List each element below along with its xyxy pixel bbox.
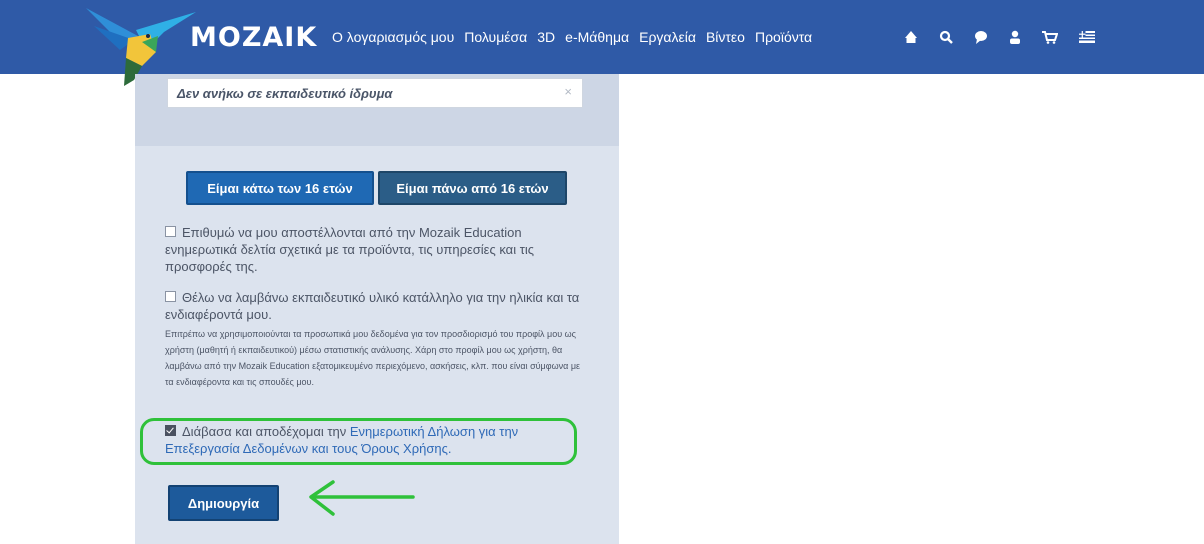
nav-my-account[interactable]: Ο λογαριασμός μου [332, 29, 454, 45]
institution-select[interactable]: Δεν ανήκω σε εκπαιδευτικό ίδρυμα × [167, 78, 583, 108]
clear-selection-icon[interactable]: × [564, 84, 572, 99]
age-under-16-button[interactable]: Είμαι κάτω των 16 ετών [186, 171, 374, 205]
header-icon-group [904, 29, 1095, 45]
top-navigation-bar: MOZAIK Ο λογαριασμός μου Πολυμέσα 3D e-Μ… [0, 0, 1204, 86]
nav-multimedia[interactable]: Πολυμέσα [464, 29, 527, 45]
chat-icon[interactable] [974, 30, 988, 44]
nav-videos[interactable]: Βίντεο [706, 29, 745, 45]
nav-tools[interactable]: Εργαλεία [639, 29, 696, 45]
signup-form-panel: Δεν ανήκω σε εκπαιδευτικό ίδρυμα × Είμαι… [135, 74, 619, 544]
institution-section: Δεν ανήκω σε εκπαιδευτικό ίδρυμα × [135, 74, 619, 146]
language-flag-icon[interactable] [1079, 30, 1095, 44]
consent-highlight-outline [140, 418, 577, 465]
nav-e-lesson[interactable]: e-Μάθημα [565, 29, 629, 45]
nav-products[interactable]: Προϊόντα [755, 29, 812, 45]
mozaik-logo[interactable]: MOZAIK [190, 22, 317, 53]
search-icon[interactable] [939, 30, 953, 44]
main-nav: Ο λογαριασμός μου Πολυμέσα 3D e-Μάθημα Ε… [332, 26, 812, 48]
profiling-note: Επιτρέπω να χρησιμοποιούνται τα προσωπικ… [165, 329, 581, 387]
nav-3d[interactable]: 3D [537, 29, 555, 45]
cart-icon[interactable] [1042, 30, 1058, 44]
newsletter-label: Επιθυμώ να μου αποστέλλονται από την Moz… [165, 225, 534, 274]
create-account-button[interactable]: Δημιουργία [168, 485, 279, 521]
personalized-content-checkbox[interactable] [165, 291, 176, 302]
home-icon[interactable] [904, 30, 918, 44]
newsletter-consent: Επιθυμώ να μου αποστέλλονται από την Moz… [165, 224, 580, 275]
personalized-content-label: Θέλω να λαμβάνω εκπαιδευτικό υλικό κατάλ… [165, 290, 580, 322]
pointer-arrow-icon [309, 480, 415, 516]
institution-select-value: Δεν ανήκω σε εκπαιδευτικό ίδρυμα [177, 86, 393, 101]
age-over-16-button[interactable]: Είμαι πάνω από 16 ετών [378, 171, 567, 205]
personalized-content-consent: Θέλω να λαμβάνω εκπαιδευτικό υλικό κατάλ… [165, 289, 580, 390]
user-icon[interactable] [1009, 30, 1021, 44]
newsletter-checkbox[interactable] [165, 226, 176, 237]
